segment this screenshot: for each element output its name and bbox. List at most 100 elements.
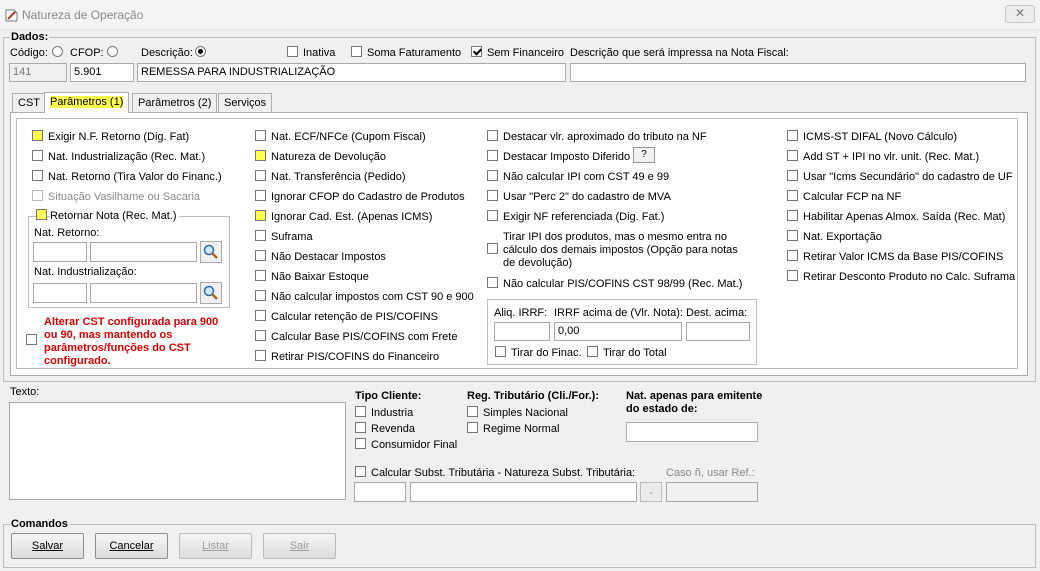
subst-code-field[interactable] <box>354 482 406 502</box>
nat-retorno-checkbox[interactable] <box>32 170 43 181</box>
close-button[interactable]: ✕ <box>1005 5 1035 23</box>
inativa-checkbox[interactable] <box>287 46 298 57</box>
simples-nacional-label: Simples Nacional <box>483 407 568 419</box>
col2-option-checkbox-2[interactable] <box>255 170 266 181</box>
help-button[interactable]: ? <box>633 147 655 163</box>
desc-nf-field[interactable] <box>570 63 1026 82</box>
salvar-button[interactable]: Salvar <box>11 533 84 559</box>
sair-button: Sair <box>263 533 336 559</box>
destacar-diferido-label: Destacar Imposto Diferido <box>503 151 631 163</box>
caso-ref-field[interactable] <box>666 482 758 502</box>
col2-option-checkbox-11[interactable] <box>255 350 266 361</box>
col2-option-label-11: Retirar PIS/COFINS do Financeiro <box>271 351 440 363</box>
salvar-label: Salvar <box>31 540 64 552</box>
irrf-acima-label: IRRF acima de (Vlr. Nota): <box>554 307 683 319</box>
descricao-radio[interactable] <box>195 46 206 57</box>
window-title: Natureza de Operação <box>22 8 144 22</box>
exigir-nf-ref-checkbox[interactable] <box>487 210 498 221</box>
retornar-nota-checkbox[interactable] <box>36 209 47 220</box>
col4-option-checkbox-2[interactable] <box>787 170 798 181</box>
codigo-radio[interactable] <box>52 46 63 57</box>
subst-search-button[interactable]: ⌄ <box>640 482 662 502</box>
sem-financeiro-checkbox[interactable] <box>471 46 482 57</box>
nao-calcular-pis-checkbox[interactable] <box>487 277 498 288</box>
tab-parametros-2[interactable]: Parâmetros (2) <box>132 93 218 112</box>
regime-normal-checkbox[interactable] <box>467 422 478 433</box>
col2-option-checkbox-3[interactable] <box>255 190 266 201</box>
codigo-field[interactable]: 141 <box>9 63 67 82</box>
irrf-acima-field[interactable]: 0,00 <box>554 322 682 341</box>
destacar-vlr-label: Destacar vlr. aproximado do tributo na N… <box>503 131 707 143</box>
reg-tributario-title: Reg. Tributário (Cli./For.): <box>467 390 599 402</box>
texto-field[interactable] <box>9 402 346 500</box>
subst-desc-field[interactable] <box>410 482 637 502</box>
industria-checkbox[interactable] <box>355 406 366 417</box>
col2-option-checkbox-5[interactable] <box>255 230 266 241</box>
nao-calcular-pis-label: Não calcular PIS/COFINS CST 98/99 (Rec. … <box>503 278 743 290</box>
col2-option-checkbox-8[interactable] <box>255 290 266 301</box>
cfop-label: CFOP: <box>70 47 104 59</box>
descricao-field[interactable]: REMESSA PARA INDUSTRIALIZAÇÃO <box>137 63 566 82</box>
consumidor-final-checkbox[interactable] <box>355 438 366 449</box>
sem-financeiro-label: Sem Financeiro <box>487 47 565 59</box>
usar-perc2-checkbox[interactable] <box>487 190 498 201</box>
tirar-ipi-checkbox[interactable] <box>487 243 498 254</box>
nat-ind-desc-field[interactable] <box>90 283 197 303</box>
tirar-ipi-label: Tirar IPI dos produtos, mas o mesmo entr… <box>503 231 738 269</box>
calcular-subst-label: Calcular Subst. Tributária - Natureza Su… <box>371 467 636 479</box>
situacao-vasilhame-label: Situação Vasilhame ou Sacaria <box>48 191 201 203</box>
nat-industrializacao-checkbox[interactable] <box>32 150 43 161</box>
cfop-radio[interactable] <box>107 46 118 57</box>
tirar-total-checkbox[interactable] <box>587 346 598 357</box>
col2-option-checkbox-6[interactable] <box>255 250 266 261</box>
tab-servicos[interactable]: Serviços <box>218 93 273 112</box>
destacar-vlr-checkbox[interactable] <box>487 130 498 141</box>
simples-nacional-checkbox[interactable] <box>467 406 478 417</box>
col2-option-checkbox-0[interactable] <box>255 130 266 141</box>
col2-option-checkbox-1[interactable] <box>255 150 266 161</box>
nat-emitente-field[interactable] <box>626 422 758 442</box>
tab-cst[interactable]: CST <box>12 93 46 112</box>
nat-retorno-desc-field[interactable] <box>90 242 197 262</box>
col4-option-checkbox-4[interactable] <box>787 210 798 221</box>
caso-label: Caso ñ, usar Ref.: <box>666 467 755 479</box>
nat-ind-code-field[interactable] <box>33 283 87 303</box>
col4-option-checkbox-5[interactable] <box>787 230 798 241</box>
exigir-nf-checkbox[interactable] <box>32 130 43 141</box>
col2-option-checkbox-9[interactable] <box>255 310 266 321</box>
nao-calcular-ipi-checkbox[interactable] <box>487 170 498 181</box>
alterar-cst-checkbox[interactable] <box>26 334 37 345</box>
dest-acima-field[interactable] <box>686 322 750 341</box>
tirar-financ-checkbox[interactable] <box>495 346 506 357</box>
soma-faturamento-checkbox[interactable] <box>351 46 362 57</box>
col2-option-label-6: Não Destacar Impostos <box>271 251 386 263</box>
col4-option-checkbox-7[interactable] <box>787 270 798 281</box>
sair-label: Sair <box>289 540 310 552</box>
col2-option-checkbox-4[interactable] <box>255 210 266 221</box>
cfop-field[interactable]: 5.901 <box>70 63 134 82</box>
col4-option-checkbox-0[interactable] <box>787 130 798 141</box>
col2-option-label-2: Nat. Transferência (Pedido) <box>271 171 406 183</box>
col4-option-checkbox-6[interactable] <box>787 250 798 261</box>
industria-label: Industria <box>371 407 414 419</box>
col2-option-label-5: Suframa <box>271 231 313 243</box>
cancelar-button[interactable]: Cancelar <box>95 533 168 559</box>
retornar-nota-label: Retornar Nota (Rec. Mat.) <box>50 210 179 222</box>
col2-option-checkbox-10[interactable] <box>255 330 266 341</box>
nat-ind-search-button[interactable] <box>200 282 222 304</box>
nat-industrializacao-label: Nat. Industrialização (Rec. Mat.) <box>48 151 206 163</box>
revenda-checkbox[interactable] <box>355 422 366 433</box>
nat-retorno-search-button[interactable] <box>200 241 222 263</box>
nat-retorno-code-field[interactable] <box>33 242 87 262</box>
col4-option-checkbox-1[interactable] <box>787 150 798 161</box>
col4-option-label-3: Calcular FCP na NF <box>803 191 902 203</box>
destacar-diferido-checkbox[interactable] <box>487 150 498 161</box>
aliq-irrf-field[interactable] <box>494 322 550 341</box>
tab-parametros-1[interactable]: Parâmetros (1) <box>44 92 130 113</box>
aliq-irrf-label: Aliq. IRRF: <box>494 307 548 319</box>
usar-perc2-label: Usar "Perc 2" do cadastro de MVA <box>503 191 671 203</box>
col4-option-checkbox-3[interactable] <box>787 190 798 201</box>
col4-option-label-5: Nat. Exportação <box>803 231 882 243</box>
col2-option-checkbox-7[interactable] <box>255 270 266 281</box>
calcular-subst-checkbox[interactable] <box>355 466 366 477</box>
